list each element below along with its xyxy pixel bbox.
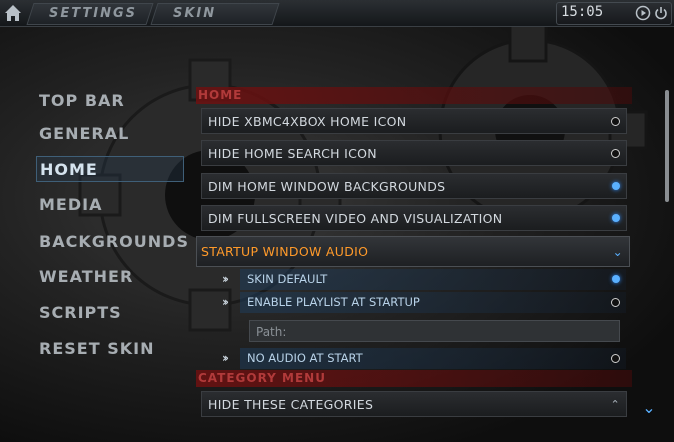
sidebar-item-label: RESET SKIN xyxy=(39,339,155,358)
double-chevron-right-icon: ›› xyxy=(222,295,229,309)
option-label: HIDE HOME SEARCH ICON xyxy=(208,146,377,161)
home-icon[interactable] xyxy=(2,2,24,24)
choice-label: NO AUDIO AT START xyxy=(247,351,363,365)
sidebar-item-media[interactable]: MEDIA xyxy=(36,192,184,218)
double-chevron-right-icon: ›› xyxy=(222,351,229,365)
breadcrumb-skin[interactable]: SKIN xyxy=(150,3,280,25)
radio-off-icon xyxy=(611,149,620,158)
chevron-down-icon: ⌄ xyxy=(612,245,623,259)
choice-label: ENABLE PLAYLIST AT STARTUP xyxy=(247,295,420,309)
dropdown-label: STARTUP WINDOW AUDIO xyxy=(201,244,369,259)
choice-label: SKIN DEFAULT xyxy=(247,272,328,286)
sidebar-item-scripts[interactable]: SCRIPTS xyxy=(36,300,184,326)
option-hide-home-icon[interactable]: HIDE XBMC4XBOX HOME ICON xyxy=(201,108,627,134)
sidebar-item-top-bar[interactable]: TOP BAR xyxy=(36,88,184,114)
play-icon[interactable] xyxy=(635,5,651,21)
section-header-home: HOME xyxy=(196,87,632,104)
top-bar: SETTINGS SKIN 15:05 xyxy=(0,0,674,27)
option-label: HIDE THESE CATEGORIES xyxy=(208,397,374,412)
sidebar-item-label: GENERAL xyxy=(39,124,130,143)
audio-choice-no-audio[interactable]: NO AUDIO AT START xyxy=(240,348,626,369)
audio-choice-enable-playlist[interactable]: ENABLE PLAYLIST AT STARTUP xyxy=(240,292,626,313)
breadcrumb-settings[interactable]: SETTINGS xyxy=(26,3,154,25)
sidebar-item-weather[interactable]: WEATHER xyxy=(36,264,184,290)
sidebar-item-label: WEATHER xyxy=(39,267,134,286)
power-icon[interactable] xyxy=(653,5,669,21)
sidebar-item-label: TOP BAR xyxy=(39,91,125,110)
path-placeholder: Path: xyxy=(256,325,287,339)
radio-on-icon xyxy=(612,182,620,190)
audio-choice-skin-default[interactable]: SKIN DEFAULT xyxy=(240,269,626,290)
option-hide-categories[interactable]: HIDE THESE CATEGORIES ⌃ xyxy=(201,391,627,417)
option-label: DIM FULLSCREEN VIDEO AND VISUALIZATION xyxy=(208,211,503,226)
option-hide-search-icon[interactable]: HIDE HOME SEARCH ICON xyxy=(201,140,627,166)
option-label: DIM HOME WINDOW BACKGROUNDS xyxy=(208,179,446,194)
clock-panel: 15:05 xyxy=(556,2,672,25)
radio-off-icon xyxy=(611,298,620,307)
radio-on-icon xyxy=(612,275,620,283)
sidebar-item-label: SCRIPTS xyxy=(39,303,122,322)
scroll-down-chevron-icon[interactable]: ⌄ xyxy=(640,398,658,417)
section-header-category-menu: CATEGORY MENU xyxy=(196,370,632,387)
option-dim-home-backgrounds[interactable]: DIM HOME WINDOW BACKGROUNDS xyxy=(201,173,627,199)
sidebar-item-label: BACKGROUNDS xyxy=(39,232,189,251)
radio-off-icon xyxy=(611,117,620,126)
sidebar-item-general[interactable]: GENERAL xyxy=(36,121,184,147)
double-chevron-right-icon: ›› xyxy=(222,272,229,286)
option-dim-fullscreen-video[interactable]: DIM FULLSCREEN VIDEO AND VISUALIZATION xyxy=(201,205,627,231)
breadcrumb-settings-label: SETTINGS xyxy=(49,6,138,21)
startup-window-audio-dropdown[interactable]: STARTUP WINDOW AUDIO ⌄ xyxy=(196,236,630,267)
sidebar-item-home[interactable]: HOME xyxy=(36,156,184,182)
scrollbar[interactable] xyxy=(665,90,669,202)
sidebar-item-label: MEDIA xyxy=(39,195,103,214)
path-input[interactable]: Path: xyxy=(249,320,620,342)
radio-off-icon xyxy=(611,354,620,363)
chevron-up-icon: ⌃ xyxy=(610,398,620,411)
sidebar-item-backgrounds[interactable]: BACKGROUNDS xyxy=(36,229,188,255)
sidebar-item-label: HOME xyxy=(40,160,98,179)
radio-on-icon xyxy=(612,214,620,222)
sidebar-item-reset-skin[interactable]: RESET SKIN xyxy=(36,336,184,362)
clock: 15:05 xyxy=(561,4,604,20)
breadcrumb-skin-label: SKIN xyxy=(173,6,217,21)
option-label: HIDE XBMC4XBOX HOME ICON xyxy=(208,114,407,129)
